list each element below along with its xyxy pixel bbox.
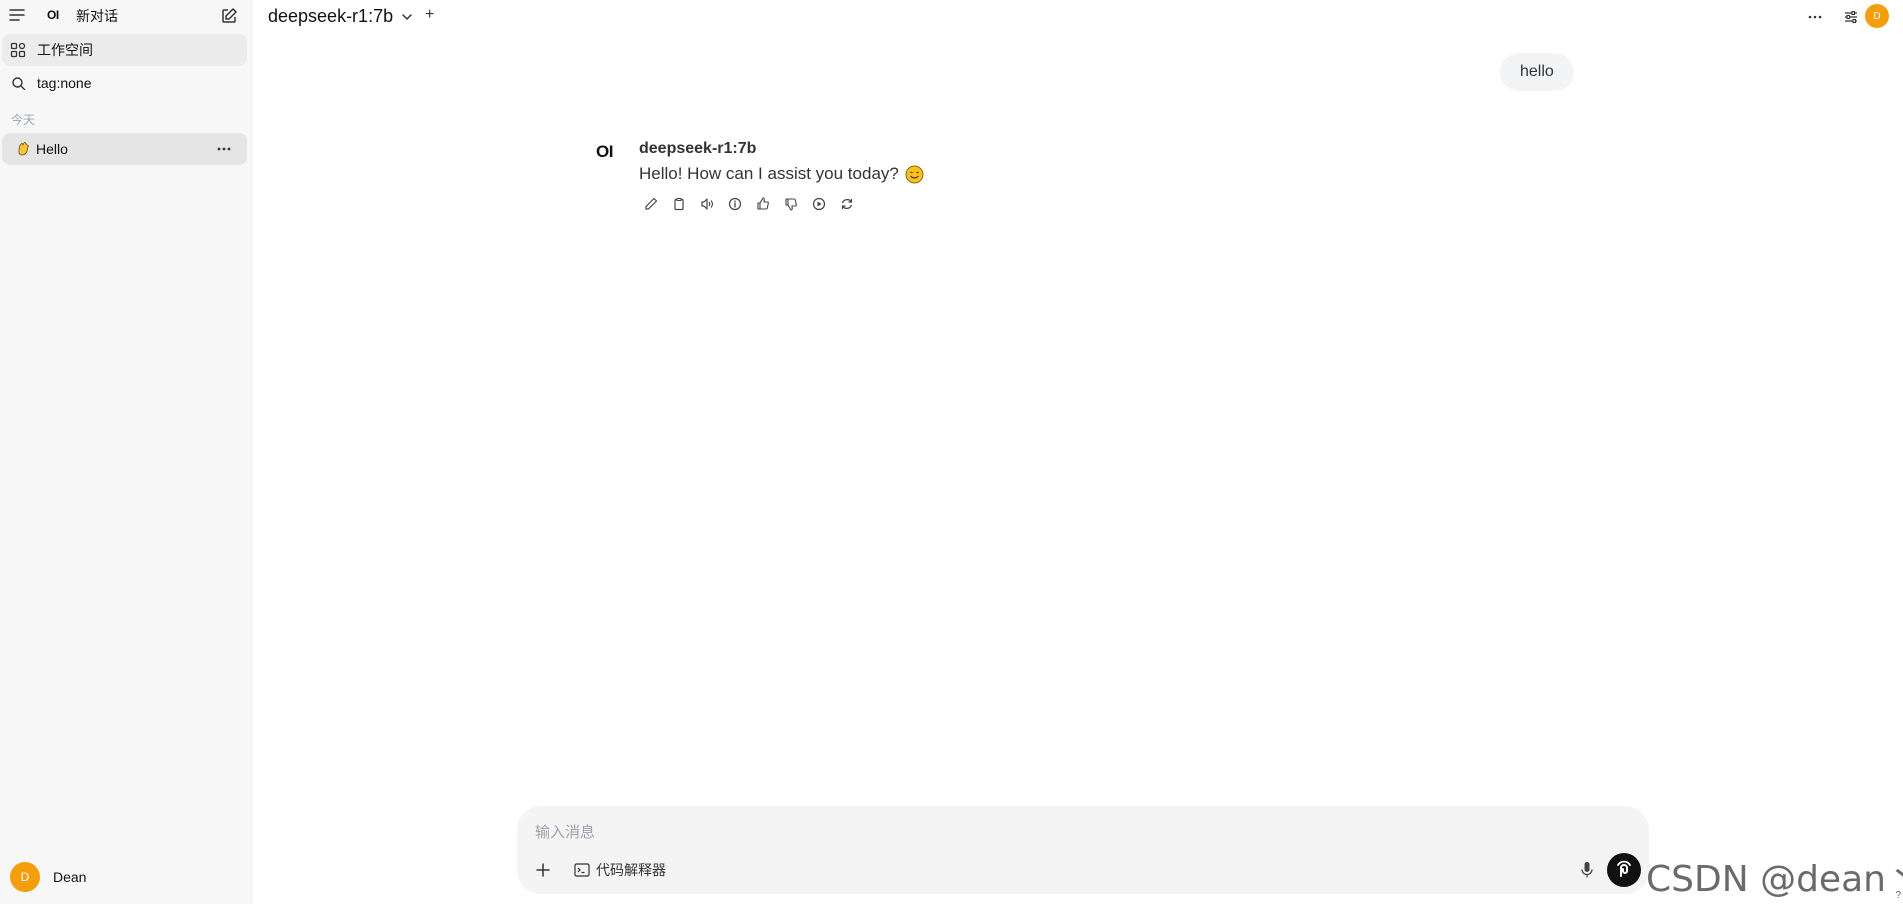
new-chat-edit-icon[interactable] xyxy=(218,5,240,27)
workspace-icon xyxy=(9,41,27,59)
voice-mode-button[interactable] xyxy=(1607,853,1641,887)
sidebar-top: OI 新对话 xyxy=(0,0,253,32)
continue-play-icon[interactable] xyxy=(810,195,828,213)
read-aloud-icon[interactable] xyxy=(698,195,716,213)
info-icon[interactable] xyxy=(726,195,744,213)
chat-more-icon[interactable] xyxy=(215,141,233,157)
sidebar-search[interactable]: tag:none xyxy=(2,67,247,99)
user-message-bubble: hello xyxy=(1500,53,1574,91)
code-interpreter-label: 代码解释器 xyxy=(596,862,666,878)
edit-icon[interactable] xyxy=(642,195,660,213)
regenerate-icon[interactable] xyxy=(838,195,856,213)
help-button[interactable]: ? xyxy=(1895,890,1901,901)
watermark-text: CSDN @dean丶Li xyxy=(1646,859,1903,900)
sidebar-item-label: 工作空间 xyxy=(37,42,93,58)
smiling-face-icon xyxy=(905,165,924,184)
search-input-text[interactable]: tag:none xyxy=(37,75,92,91)
scrollbar[interactable] xyxy=(1898,0,1903,904)
user-name: Dean xyxy=(53,869,87,885)
thumbs-down-icon[interactable] xyxy=(782,195,800,213)
header-avatar[interactable]: D xyxy=(1865,4,1889,28)
sidebar-item-workspace[interactable]: 工作空间 xyxy=(2,34,247,66)
voice-waveform-icon xyxy=(1617,860,1631,877)
terminal-icon xyxy=(574,863,590,877)
more-options-icon[interactable] xyxy=(1803,6,1827,28)
sidebar: OI 新对话 工作空间 tag:none 今天 Hello D Dean xyxy=(0,0,253,904)
app-logo[interactable]: OI xyxy=(47,8,59,22)
message-composer: 代码解释器 xyxy=(517,806,1649,894)
assistant-message: Hello! How can I assist you today? xyxy=(639,164,924,184)
microphone-icon[interactable] xyxy=(1575,858,1599,882)
assistant-name: deepseek-r1:7b xyxy=(639,140,757,157)
plus-icon[interactable] xyxy=(531,858,555,882)
chevron-down-icon xyxy=(401,13,413,21)
assistant-message-text: Hello! How can I assist you today? xyxy=(639,164,899,183)
add-model-button[interactable]: + xyxy=(425,6,434,24)
chat-title: Hello xyxy=(36,141,68,157)
thumbs-up-icon[interactable] xyxy=(754,195,772,213)
message-input[interactable] xyxy=(535,820,1435,844)
controls-sliders-icon[interactable] xyxy=(1839,6,1863,28)
code-interpreter-button[interactable]: 代码解释器 xyxy=(574,858,666,882)
chat-list-item[interactable]: Hello xyxy=(2,133,247,165)
model-selector[interactable]: deepseek-r1:7b xyxy=(268,6,413,27)
waving-hand-icon xyxy=(14,140,32,158)
search-icon xyxy=(9,74,27,92)
menu-icon[interactable] xyxy=(6,4,28,26)
model-name: deepseek-r1:7b xyxy=(268,6,394,26)
new-chat-link[interactable]: 新对话 xyxy=(76,6,118,26)
copy-icon[interactable] xyxy=(670,195,688,213)
user-message-text: hello xyxy=(1520,63,1554,80)
assistant-avatar: OI xyxy=(596,142,613,161)
avatar: D xyxy=(10,862,40,892)
chat-header: deepseek-r1:7b + D xyxy=(253,0,1903,34)
message-actions xyxy=(642,195,866,213)
user-menu[interactable]: D Dean xyxy=(10,862,86,892)
section-today: 今天 xyxy=(11,113,36,127)
